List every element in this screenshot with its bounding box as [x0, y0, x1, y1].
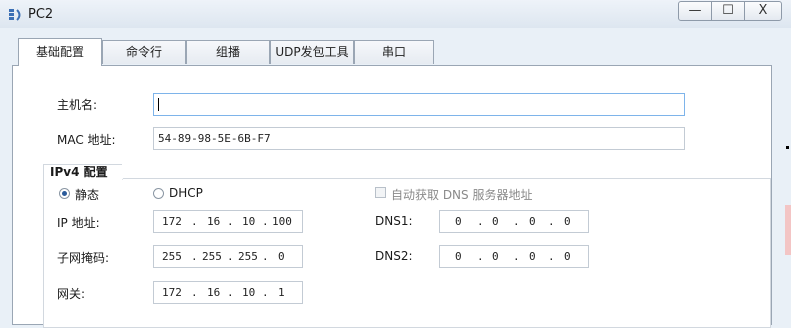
minimize-button[interactable]: — [678, 1, 712, 21]
ip-dot: . [227, 286, 234, 299]
ip-label: IP 地址: [57, 216, 100, 230]
ipv4-group-label: IPv4 配置 [50, 165, 108, 179]
tab-label: UDP发包工具 [275, 45, 349, 59]
auto-dns-checkbox[interactable] [375, 187, 386, 198]
dns2-octet-1: 0 [455, 250, 462, 263]
maximize-icon: ☐ [722, 3, 734, 18]
ipv4-group-title: IPv4 配置 [43, 164, 132, 180]
maximize-button[interactable]: ☐ [711, 1, 745, 21]
ip-dot: . [227, 215, 234, 228]
ip-dot: . [191, 215, 198, 228]
text-caret [158, 98, 159, 111]
mac-label: MAC 地址: [57, 133, 116, 147]
dns2-input[interactable]: 0 . 0 . 0 . 0 [439, 245, 589, 268]
mask-octet-4: 0 [278, 250, 285, 263]
window-title: PC2 [28, 7, 54, 22]
static-radio[interactable] [59, 188, 70, 199]
edge-marker [786, 146, 789, 149]
ip-dot: . [262, 215, 269, 228]
ip-address-input[interactable]: 172 . 16 . 10 . 100 [153, 210, 303, 233]
app-icon [9, 9, 21, 21]
ip-dot: . [548, 250, 555, 263]
background-window-edge [785, 205, 791, 255]
gateway-label: 网关: [57, 287, 86, 301]
ip-dot: . [477, 250, 484, 263]
tab-label: 串口 [381, 45, 406, 59]
hostname-input[interactable] [153, 93, 685, 116]
tab-basic-config[interactable]: 基础配置 [18, 38, 102, 66]
ip-dot: . [262, 250, 269, 263]
tab-udp-tool[interactable]: UDP发包工具 [270, 40, 354, 64]
dns2-label: DNS2: [375, 249, 413, 263]
dns1-label: DNS1: [375, 214, 413, 228]
gateway-octet-1: 172 [162, 286, 182, 299]
ip-dot: . [513, 215, 520, 228]
ip-octet-4: 100 [272, 215, 292, 228]
hostname-label: 主机名: [57, 98, 98, 112]
gateway-octet-4: 1 [278, 286, 285, 299]
dns1-input[interactable]: 0 . 0 . 0 . 0 [439, 210, 589, 233]
tab-command-line[interactable]: 命令行 [102, 40, 186, 64]
gateway-input[interactable]: 172 . 16 . 10 . 1 [153, 281, 303, 304]
mask-label: 子网掩码: [57, 251, 110, 265]
ip-dot: . [191, 250, 198, 263]
ip-octet-1: 172 [162, 215, 182, 228]
mask-octet-1: 255 [162, 250, 182, 263]
tab-label: 组播 [215, 45, 240, 59]
tab-multicast[interactable]: 组播 [186, 40, 270, 64]
dhcp-label: DHCP [169, 186, 203, 200]
dns2-octet-3: 0 [529, 250, 536, 263]
close-button[interactable]: X [744, 1, 782, 21]
auto-dns-label: 自动获取 DNS 服务器地址 [391, 188, 533, 202]
ip-dot: . [262, 286, 269, 299]
ip-octet-2: 16 [207, 215, 221, 228]
dns1-octet-2: 0 [492, 215, 499, 228]
ip-dot: . [227, 250, 234, 263]
dns1-octet-3: 0 [529, 215, 536, 228]
ip-dot: . [513, 250, 520, 263]
mask-octet-2: 255 [202, 250, 222, 263]
subnet-mask-input[interactable]: 255 . 255 . 255 . 0 [153, 245, 303, 268]
dns2-octet-2: 0 [492, 250, 499, 263]
basic-config-panel: 主机名: MAC 地址: 54-89-98-5E-6B-F7 IPv4 配置 静… [12, 65, 772, 328]
mac-address-field[interactable]: 54-89-98-5E-6B-F7 [153, 127, 685, 150]
gateway-octet-3: 10 [242, 286, 256, 299]
dhcp-radio[interactable] [153, 188, 164, 199]
mac-value: 54-89-98-5E-6B-F7 [158, 132, 271, 145]
dns1-octet-4: 0 [564, 215, 571, 228]
mask-octet-3: 255 [238, 250, 258, 263]
static-label: 静态 [75, 188, 100, 202]
tab-label: 基础配置 [35, 45, 84, 59]
minimize-icon: — [688, 3, 702, 18]
ip-dot: . [548, 215, 555, 228]
tab-serial[interactable]: 串口 [354, 40, 434, 64]
ip-dot: . [191, 286, 198, 299]
ip-octet-3: 10 [242, 215, 256, 228]
title-bar: PC2 — ☐ X [0, 0, 791, 28]
dns1-octet-1: 0 [455, 215, 462, 228]
dns2-octet-4: 0 [564, 250, 571, 263]
close-icon: X [758, 3, 768, 18]
gateway-octet-2: 16 [207, 286, 221, 299]
ip-dot: . [477, 215, 484, 228]
tab-label: 命令行 [125, 45, 162, 59]
